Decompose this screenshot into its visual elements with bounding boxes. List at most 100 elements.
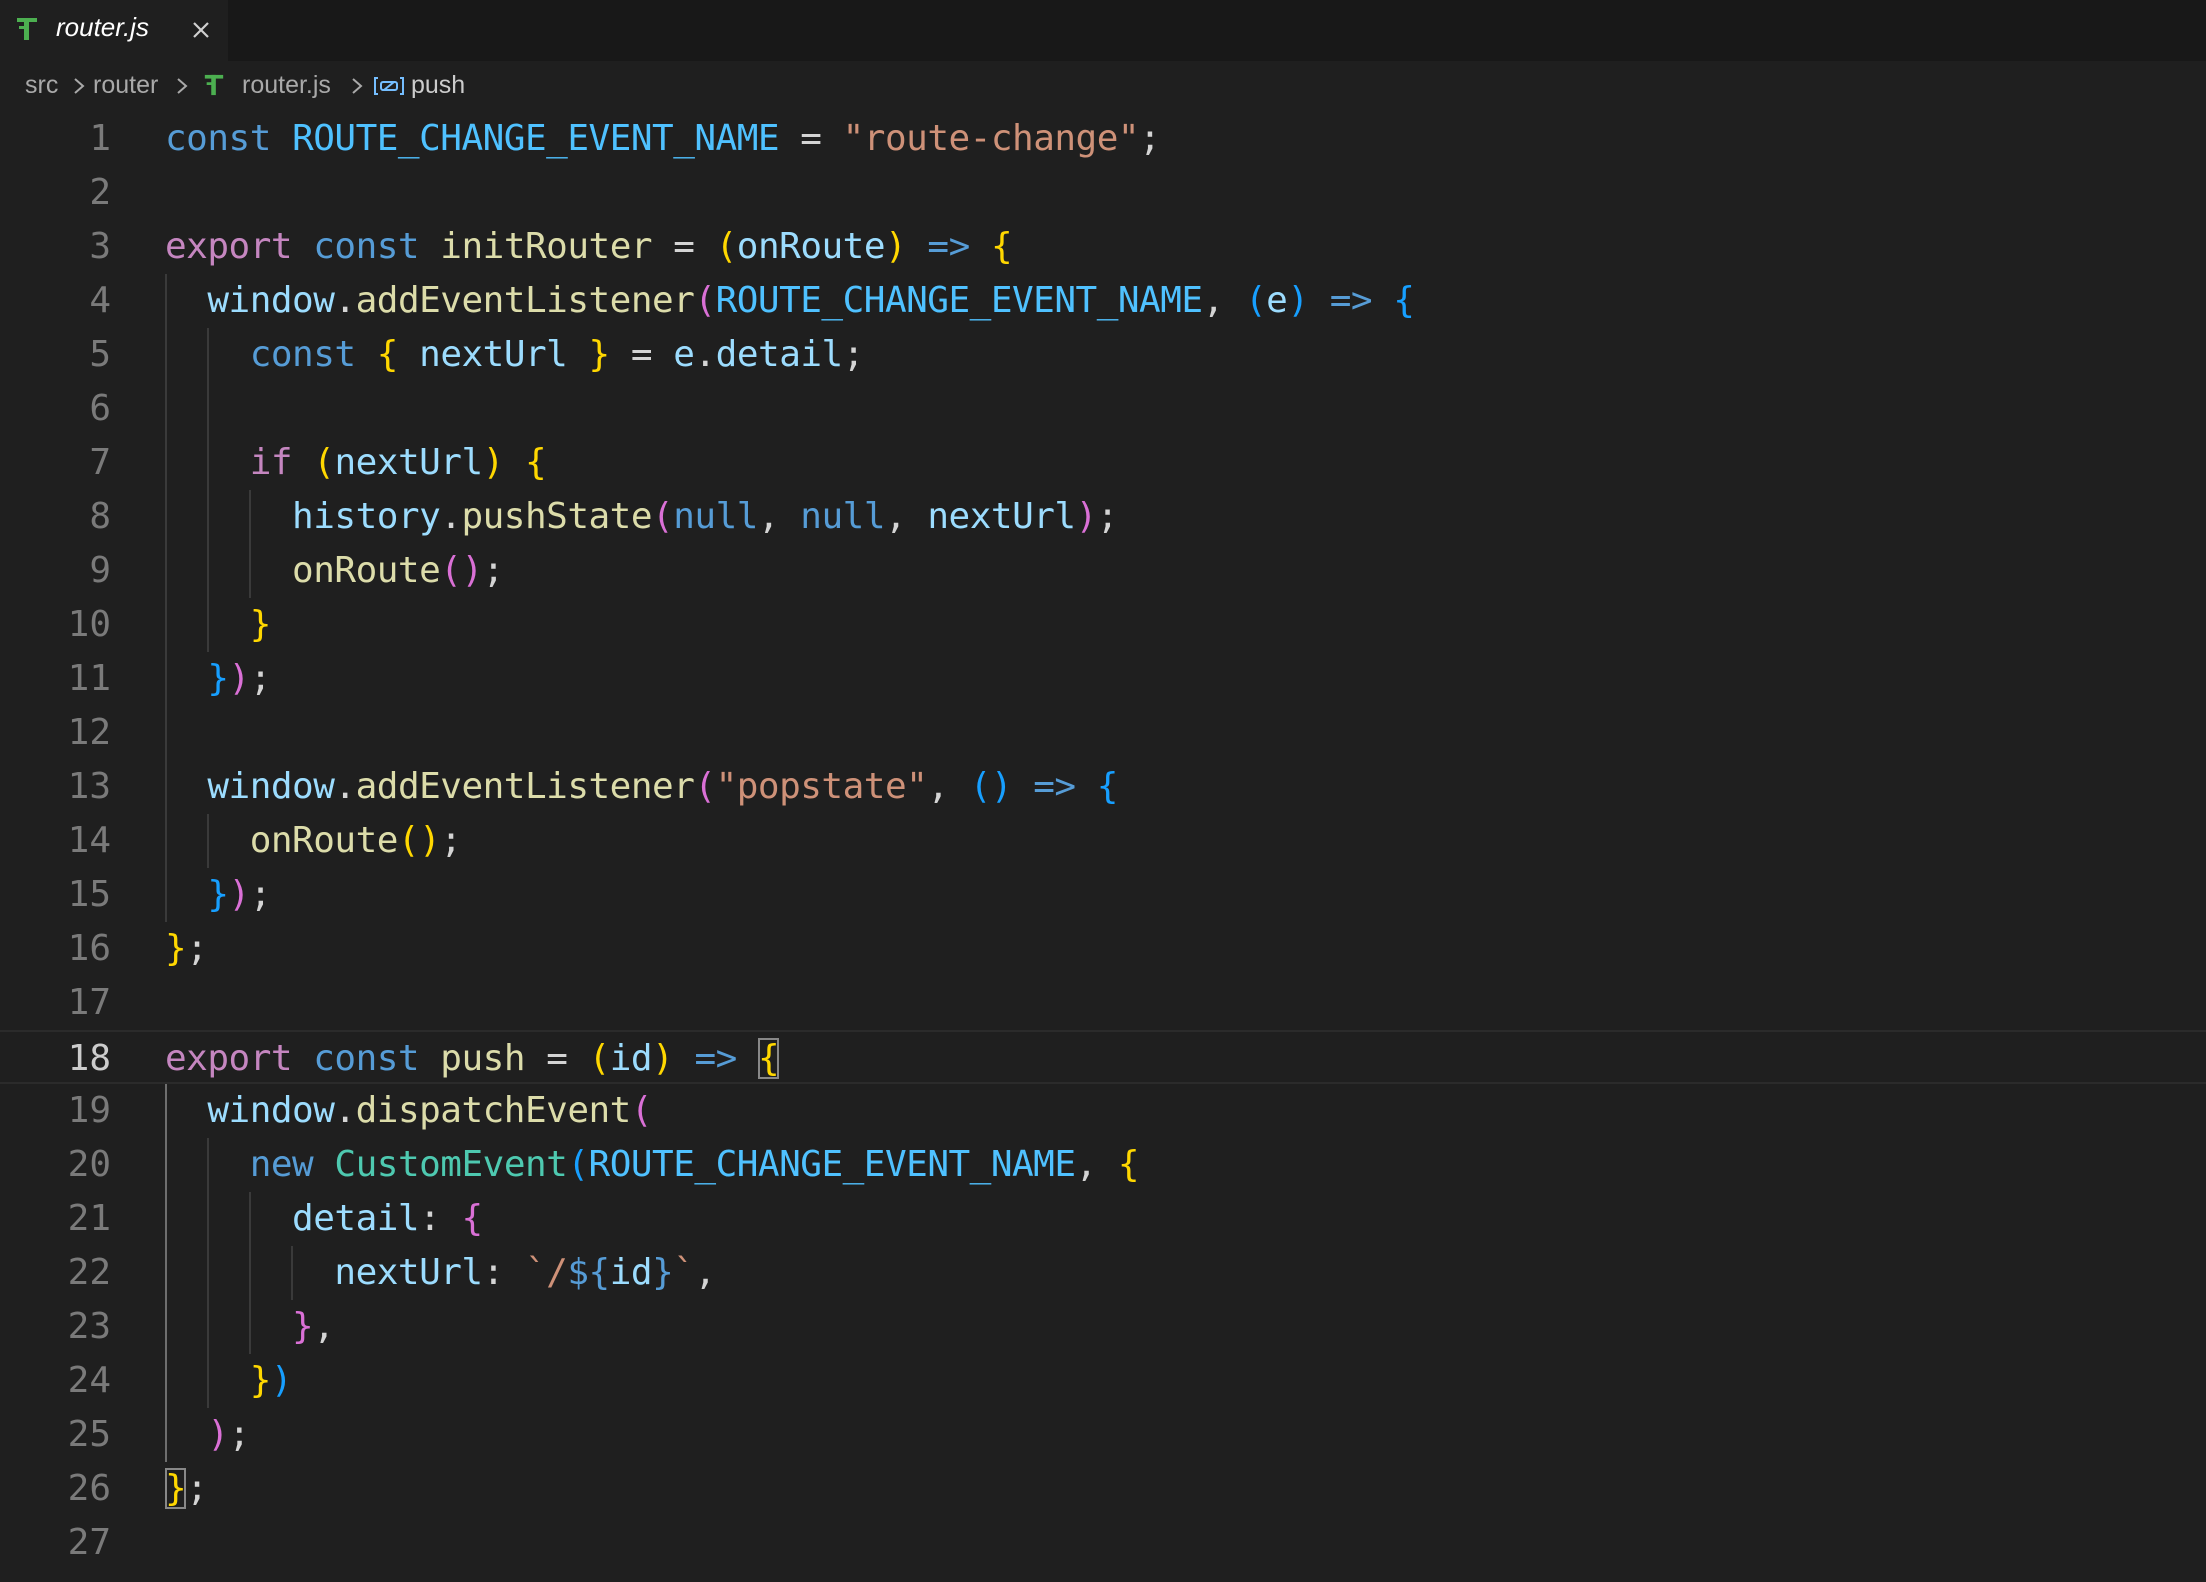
indent-guide — [165, 1084, 167, 1462]
code-line-2[interactable]: 2 — [0, 166, 2206, 220]
line-number: 9 — [89, 550, 111, 591]
indent-guide — [206, 814, 209, 868]
line-number: 18 — [67, 1038, 111, 1079]
breadcrumb: src router router.js push — [0, 68, 2206, 106]
line-number: 4 — [89, 280, 111, 321]
breadcrumb-item-file[interactable]: router.js — [242, 71, 331, 100]
code-line-10[interactable]: 10 } — [0, 598, 2206, 652]
code-text: ); — [207, 1414, 250, 1455]
code-text: }); — [207, 658, 271, 699]
code-editor-window: router.js src router router.js push 1 co… — [0, 0, 2206, 1582]
breadcrumb-item-symbol[interactable]: push — [411, 71, 465, 100]
line-number: 22 — [67, 1252, 111, 1293]
code-line-25[interactable]: 25 ); — [0, 1408, 2206, 1462]
code-line-15[interactable]: 15 }); — [0, 868, 2206, 922]
line-number: 24 — [67, 1360, 111, 1401]
code-text: export const push = (id) => { — [165, 1038, 780, 1079]
code-text: nextUrl: `/${id}`, — [334, 1252, 716, 1293]
code-text: }); — [207, 874, 271, 915]
code-line-13[interactable]: 13 window.addEventListener("popstate", (… — [0, 760, 2206, 814]
code-line-7[interactable]: 7 if (nextUrl) { — [0, 436, 2206, 490]
code-text: }; — [165, 1468, 208, 1509]
code-line-1[interactable]: 1 const ROUTE_CHANGE_EVENT_NAME = "route-… — [0, 112, 2206, 166]
tab-router-js[interactable]: router.js — [0, 0, 228, 61]
code-text: history.pushState(null, null, nextUrl); — [292, 496, 1118, 537]
indent-guide — [165, 274, 167, 922]
indent-guide — [206, 1138, 209, 1408]
code-text: const { nextUrl } = e.detail; — [249, 334, 865, 375]
code-text: window.dispatchEvent( — [207, 1090, 653, 1131]
code-text: window.addEventListener("popstate", () =… — [207, 766, 1118, 807]
code-line-19[interactable]: 19 window.dispatchEvent( — [0, 1084, 2206, 1138]
code-line-27[interactable]: 27 — [0, 1516, 2206, 1570]
code-text: } — [249, 604, 272, 645]
indent-guide — [206, 328, 209, 652]
line-number: 3 — [89, 226, 111, 267]
code-line-8[interactable]: 8 history.pushState(null, null, nextUrl)… — [0, 490, 2206, 544]
line-number: 13 — [67, 766, 111, 807]
code-text: }; — [165, 928, 208, 969]
line-number: 16 — [67, 928, 111, 969]
line-number: 21 — [67, 1198, 111, 1239]
line-number: 19 — [67, 1090, 111, 1131]
code-line-3[interactable]: 3 export const initRouter = (onRoute) => … — [0, 220, 2206, 274]
tab-title: router.js — [56, 12, 149, 42]
indent-guide — [248, 490, 251, 598]
editor-text-area[interactable]: 1 const ROUTE_CHANGE_EVENT_NAME = "route-… — [0, 112, 2206, 1582]
variable-symbol-icon — [374, 77, 404, 95]
chevron-right-icon — [177, 78, 188, 94]
code-line-21[interactable]: 21 detail: { — [0, 1192, 2206, 1246]
js-file-icon — [17, 18, 37, 40]
js-file-icon — [204, 74, 224, 96]
code-line-14[interactable]: 14 onRoute(); — [0, 814, 2206, 868]
code-line-9[interactable]: 9 onRoute(); — [0, 544, 2206, 598]
line-number: 2 — [89, 172, 111, 213]
line-number: 20 — [67, 1144, 111, 1185]
line-number: 1 — [89, 118, 111, 159]
code-text: onRoute(); — [292, 550, 504, 591]
chevron-right-icon — [352, 78, 363, 94]
code-text: window.addEventListener(ROUTE_CHANGE_EVE… — [207, 280, 1415, 321]
indent-guide — [248, 1192, 251, 1354]
line-number: 23 — [67, 1306, 111, 1347]
code-line-22[interactable]: 22 nextUrl: `/${id}`, — [0, 1246, 2206, 1300]
code-line-18[interactable]: 18 export const push = (id) => { — [0, 1030, 2206, 1084]
line-number: 8 — [89, 496, 111, 537]
code-line-11[interactable]: 11 }); — [0, 652, 2206, 706]
code-line-23[interactable]: 23 }, — [0, 1300, 2206, 1354]
code-line-17[interactable]: 17 — [0, 976, 2206, 1030]
line-number: 6 — [89, 388, 111, 429]
code-text: detail: { — [292, 1198, 483, 1239]
code-line-20[interactable]: 20 new CustomEvent(ROUTE_CHANGE_EVENT_NA… — [0, 1138, 2206, 1192]
line-number: 26 — [67, 1468, 111, 1509]
line-number: 7 — [89, 442, 111, 483]
code-line-16[interactable]: 16}; — [0, 922, 2206, 976]
code-text: export const initRouter = (onRoute) => { — [165, 226, 1013, 267]
tab-bar: router.js — [0, 0, 2206, 61]
code-text: if (nextUrl) { — [249, 442, 547, 483]
breadcrumb-item-src[interactable]: src — [25, 71, 58, 100]
close-icon[interactable] — [186, 15, 216, 45]
line-number: 5 — [89, 334, 111, 375]
code-line-24[interactable]: 24 }) — [0, 1354, 2206, 1408]
code-text: const ROUTE_CHANGE_EVENT_NAME = "route-c… — [165, 118, 1161, 159]
code-text: onRoute(); — [249, 820, 462, 861]
code-text: }) — [249, 1360, 293, 1401]
line-number: 17 — [67, 982, 111, 1023]
code-line-6[interactable]: 6 — [0, 382, 2206, 436]
code-line-26[interactable]: 26}; — [0, 1462, 2206, 1516]
line-number: 10 — [67, 604, 111, 645]
line-number: 27 — [67, 1522, 111, 1563]
line-number: 11 — [67, 658, 111, 699]
line-number: 15 — [67, 874, 111, 915]
chevron-right-icon — [74, 78, 85, 94]
line-number: 12 — [67, 712, 111, 753]
breadcrumb-item-router[interactable]: router — [93, 71, 158, 100]
code-text: new CustomEvent(ROUTE_CHANGE_EVENT_NAME,… — [249, 1144, 1140, 1185]
indent-guide — [290, 1246, 293, 1300]
line-number: 14 — [67, 820, 111, 861]
code-line-4[interactable]: 4 window.addEventListener(ROUTE_CHANGE_E… — [0, 274, 2206, 328]
code-line-12[interactable]: 12 — [0, 706, 2206, 760]
code-line-5[interactable]: 5 const { nextUrl } = e.detail; — [0, 328, 2206, 382]
line-number: 25 — [67, 1414, 111, 1455]
